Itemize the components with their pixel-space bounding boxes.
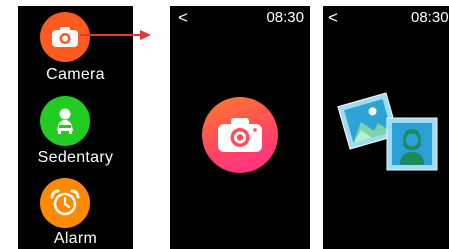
camera-icon [218, 118, 262, 152]
back-button[interactable]: < [178, 8, 188, 28]
camera-app-label: Camera [46, 66, 105, 83]
camera-screen: < 08:30 [170, 6, 310, 249]
gallery-screen: < 08:30 [323, 6, 449, 249]
transition-arrow-icon [80, 30, 151, 40]
clock-time: 08:30 [411, 9, 449, 26]
sedentary-person-icon [57, 108, 73, 134]
sedentary-app-label: Sedentary [37, 149, 114, 166]
clock-time: 08:30 [266, 9, 304, 26]
sedentary-app-button[interactable] [40, 96, 90, 146]
alarm-app-button[interactable] [40, 178, 90, 228]
portrait-photo-icon[interactable] [386, 117, 438, 171]
back-button[interactable]: < [328, 8, 338, 28]
camera-icon [52, 27, 78, 47]
shutter-button[interactable] [202, 97, 278, 173]
alarm-clock-icon [50, 189, 80, 216]
alarm-app-label: Alarm [53, 230, 98, 247]
